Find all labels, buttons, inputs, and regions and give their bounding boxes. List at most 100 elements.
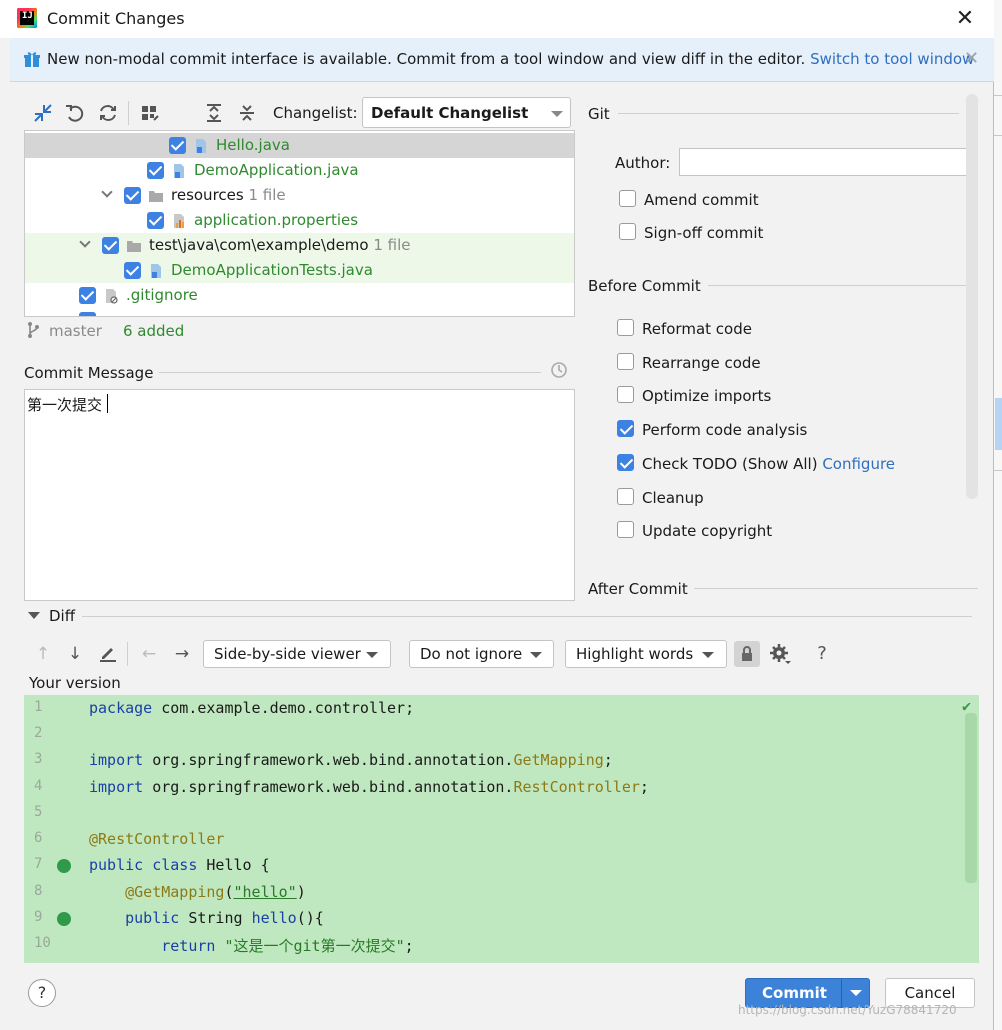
code-token: org.springframework.web.bind.annotation. (143, 778, 514, 796)
cancel-button-label: Cancel (904, 984, 956, 1002)
help-question-icon[interactable]: ? (811, 643, 833, 665)
ignore-select[interactable]: Do not ignore (409, 640, 554, 668)
properties-file-icon (174, 214, 184, 228)
changelist-select[interactable]: Default Changelist (362, 97, 571, 128)
prev-file-arrow-left-icon[interactable]: ← (138, 643, 160, 665)
collapse-all-icon[interactable] (236, 102, 258, 124)
perform-code-analysis-checkbox[interactable] (617, 420, 634, 437)
file-checkbox[interactable] (124, 262, 141, 279)
code-token: package (89, 699, 153, 717)
before-commit-section-title: Before Commit (588, 277, 701, 295)
tree-row[interactable]: DemoApplicationTests.java (25, 258, 574, 283)
file-checkbox[interactable] (79, 312, 96, 316)
amend-commit-checkbox[interactable] (619, 190, 636, 207)
help-button[interactable]: ? (28, 979, 56, 1007)
file-checkbox[interactable] (169, 137, 186, 154)
chevron-down-icon[interactable] (79, 236, 91, 248)
bean-gutter-icon[interactable] (57, 859, 71, 873)
file-checkbox[interactable] (147, 162, 164, 179)
code-token: ) (296, 883, 306, 901)
divider (994, 95, 1002, 96)
history-clock-icon[interactable] (550, 361, 568, 379)
file-name: .gitignore (126, 286, 198, 304)
rearrange-code-checkbox[interactable] (617, 353, 634, 370)
file-count: 1 file (248, 186, 286, 204)
code-token: import (89, 778, 144, 796)
configure-link[interactable]: Configure (822, 455, 895, 473)
tree-row[interactable]: DemoApplication.java (25, 158, 574, 183)
prev-diff-arrow-up-icon[interactable]: ↑ (32, 643, 54, 665)
chevron-down-icon[interactable] (101, 186, 113, 198)
line-number: 10 (34, 935, 51, 951)
edit-pencil-icon[interactable] (97, 643, 119, 665)
highlight-select[interactable]: Highlight words (565, 640, 727, 668)
code-token: public class (89, 856, 198, 874)
intellij-logo-icon: IJ (17, 8, 37, 28)
author-input[interactable] (679, 148, 972, 176)
commit-button-label: Commit (762, 984, 827, 1002)
next-diff-arrow-down-icon[interactable]: ↓ (64, 643, 86, 665)
code-diff-view[interactable]: ✔ 1 2 3 4 5 6 7 8 9 10 package com.examp… (24, 695, 979, 963)
viewer-select[interactable]: Side-by-side viewer (203, 640, 391, 668)
gear-icon[interactable] (769, 643, 791, 665)
switch-to-tool-window-link[interactable]: Switch to tool window (810, 50, 974, 68)
collapse-icon[interactable] (32, 102, 54, 124)
options-scrollbar[interactable] (966, 94, 978, 499)
code-token: String (179, 909, 252, 927)
diff-collapse-toggle[interactable] (28, 612, 40, 619)
reformat-code-label: Reformat code (642, 320, 752, 338)
commit-message-label: Commit Message (24, 364, 154, 382)
changes-tree[interactable]: Hello.java DemoApplication.java resource… (24, 130, 575, 317)
file-name: application.properties (194, 211, 359, 229)
code-scrollbar[interactable] (965, 713, 977, 883)
bean-gutter-icon[interactable] (57, 912, 71, 926)
refresh-icon[interactable] (97, 102, 119, 124)
code-line: return "这是一个git第一次提交"; (89, 935, 413, 956)
line-number: 2 (34, 725, 43, 741)
tree-row[interactable] (25, 308, 574, 316)
tree-row[interactable]: application.properties (25, 208, 574, 233)
viewer-value: Side-by-side viewer (214, 645, 361, 663)
toolbar-separator (127, 642, 128, 666)
banner-close-button[interactable]: ✕ (964, 48, 979, 69)
file-checkbox[interactable] (147, 212, 164, 229)
commit-message-input[interactable]: 第一次提交 (24, 389, 575, 601)
commit-message-text: 第一次提交 (27, 396, 103, 414)
code-line: public class Hello { (89, 856, 270, 874)
tree-row[interactable]: test\java\com\example\demo 1 file (25, 233, 574, 258)
java-file-icon (174, 164, 184, 178)
file-checkbox[interactable] (79, 287, 96, 304)
window-close-button[interactable]: ✕ (954, 6, 976, 31)
sign-off-commit-checkbox[interactable] (619, 223, 636, 240)
divider (159, 372, 541, 373)
added-count: 6 added (123, 322, 185, 340)
next-file-arrow-right-icon[interactable]: → (171, 643, 193, 665)
folder-icon (127, 241, 141, 252)
window-title: Commit Changes (47, 9, 185, 28)
rearrange-code-label: Rearrange code (642, 354, 761, 372)
chevron-down-icon[interactable] (850, 990, 862, 996)
update-copyright-checkbox[interactable] (617, 521, 634, 538)
line-number: 8 (34, 883, 43, 899)
file-count: 1 file (373, 236, 411, 254)
check-todo-checkbox[interactable] (617, 454, 634, 471)
tree-row[interactable]: Hello.java (25, 133, 574, 158)
cleanup-checkbox[interactable] (617, 488, 634, 505)
optimize-imports-checkbox[interactable] (617, 386, 634, 403)
lock-button[interactable] (734, 641, 760, 667)
reformat-code-checkbox[interactable] (617, 319, 634, 336)
folder-checkbox[interactable] (124, 187, 141, 204)
undo-icon[interactable] (64, 102, 86, 124)
divider (694, 588, 978, 589)
chevron-down-icon (366, 652, 378, 658)
tree-row[interactable]: resources 1 file (25, 183, 574, 208)
folder-checkbox[interactable] (102, 237, 119, 254)
lock-icon (742, 646, 752, 661)
tree-row[interactable]: .gitignore (25, 283, 574, 308)
code-token: ( (224, 883, 234, 901)
code-token: org.springframework.web.bind.annotation. (143, 751, 514, 769)
expand-all-icon[interactable] (203, 102, 225, 124)
code-token: com.example.demo.controller; (152, 699, 415, 717)
group-icon[interactable] (139, 102, 161, 124)
branch-icon (28, 322, 39, 338)
